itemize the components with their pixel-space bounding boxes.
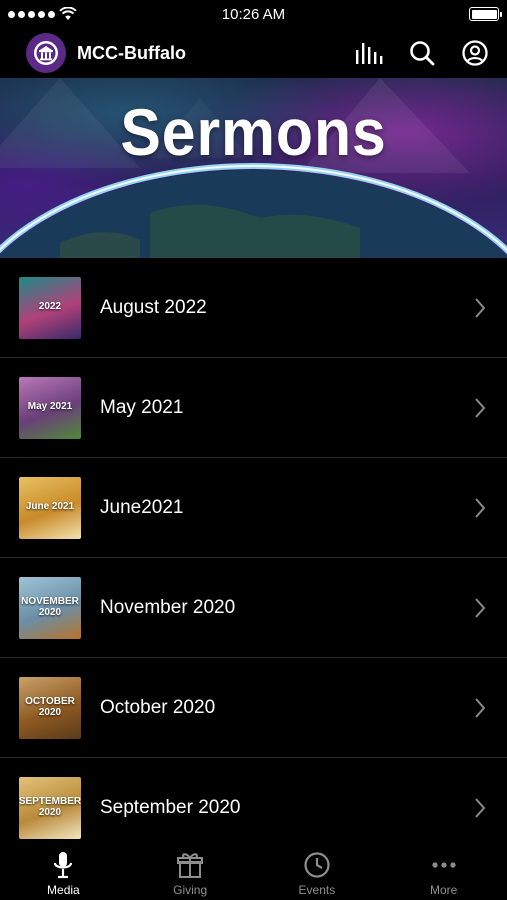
thumbnail-label: SEPTEMBER 2020 xyxy=(19,796,81,818)
sermon-row[interactable]: 2022 August 2022 xyxy=(0,258,507,358)
tab-label: Media xyxy=(47,883,80,897)
sermon-title: May 2021 xyxy=(100,396,184,418)
thumbnail-label: May 2021 xyxy=(27,401,73,413)
chevron-right-icon xyxy=(475,597,486,618)
chevron-right-icon xyxy=(475,497,486,518)
sermon-row[interactable]: SEPTEMBER 2020 September 2020 xyxy=(0,758,507,843)
chevron-right-icon xyxy=(475,697,486,718)
sermon-thumbnail: June 2021 xyxy=(19,476,81,539)
tab-bar: Media Giving Events More xyxy=(0,843,507,900)
clock-icon xyxy=(302,850,332,880)
banner-title: Sermons xyxy=(120,95,387,169)
microphone-icon xyxy=(48,850,78,880)
tab-label: More xyxy=(429,883,458,897)
thumbnail-label: NOVEMBER 2020 xyxy=(21,596,79,618)
tab-media[interactable]: Media xyxy=(0,843,127,900)
sermon-row[interactable]: May 2021 May 2021 xyxy=(0,358,507,458)
battery-icon xyxy=(469,7,502,21)
sermon-title: September 2020 xyxy=(100,796,241,818)
sermon-thumbnail: SEPTEMBER 2020 xyxy=(19,776,81,839)
thumbnail-label: June 2021 xyxy=(25,501,75,513)
tab-more[interactable]: More xyxy=(380,843,507,900)
status-bar: 10:26 AM xyxy=(0,0,507,28)
tab-giving[interactable]: Giving xyxy=(127,843,254,900)
chevron-right-icon xyxy=(475,297,486,318)
app-title: MCC-Buffalo xyxy=(77,42,186,63)
sermon-row[interactable]: NOVEMBER 2020 November 2020 xyxy=(0,558,507,658)
thumbnail-label: 2022 xyxy=(38,301,62,313)
sermon-row[interactable]: OCTOBER 2020 October 2020 xyxy=(0,658,507,758)
sermons-banner: Sermons xyxy=(0,78,507,258)
tab-events[interactable]: Events xyxy=(254,843,381,900)
sermon-list: 2022 August 2022 May 2021 May 2021 June 2021… xyxy=(0,258,507,843)
signal-icon xyxy=(8,10,55,18)
sermon-thumbnail: NOVEMBER 2020 xyxy=(19,576,81,639)
sermon-row[interactable]: June 2021 June2021 xyxy=(0,458,507,558)
tab-label: Giving xyxy=(173,883,208,897)
sermon-thumbnail: OCTOBER 2020 xyxy=(19,676,81,739)
sermon-title: June2021 xyxy=(100,496,184,518)
profile-icon[interactable] xyxy=(459,37,491,69)
chevron-right-icon xyxy=(475,797,486,818)
church-logo[interactable] xyxy=(26,33,66,73)
sermon-title: October 2020 xyxy=(100,696,216,718)
tab-label: Events xyxy=(298,883,336,897)
sermon-title: August 2022 xyxy=(100,296,207,318)
sermon-title: November 2020 xyxy=(100,596,236,618)
chevron-right-icon xyxy=(475,397,486,418)
sermon-thumbnail: May 2021 xyxy=(19,376,81,439)
app-header: MCC-Buffalo xyxy=(0,28,507,78)
audio-bars-icon[interactable] xyxy=(353,37,385,69)
wifi-icon xyxy=(59,7,77,21)
more-icon xyxy=(429,850,459,880)
gift-icon xyxy=(175,850,205,880)
signal-strength xyxy=(8,7,77,21)
search-icon[interactable] xyxy=(406,37,438,69)
sermon-thumbnail: 2022 xyxy=(19,276,81,339)
thumbnail-label: OCTOBER 2020 xyxy=(25,696,75,718)
